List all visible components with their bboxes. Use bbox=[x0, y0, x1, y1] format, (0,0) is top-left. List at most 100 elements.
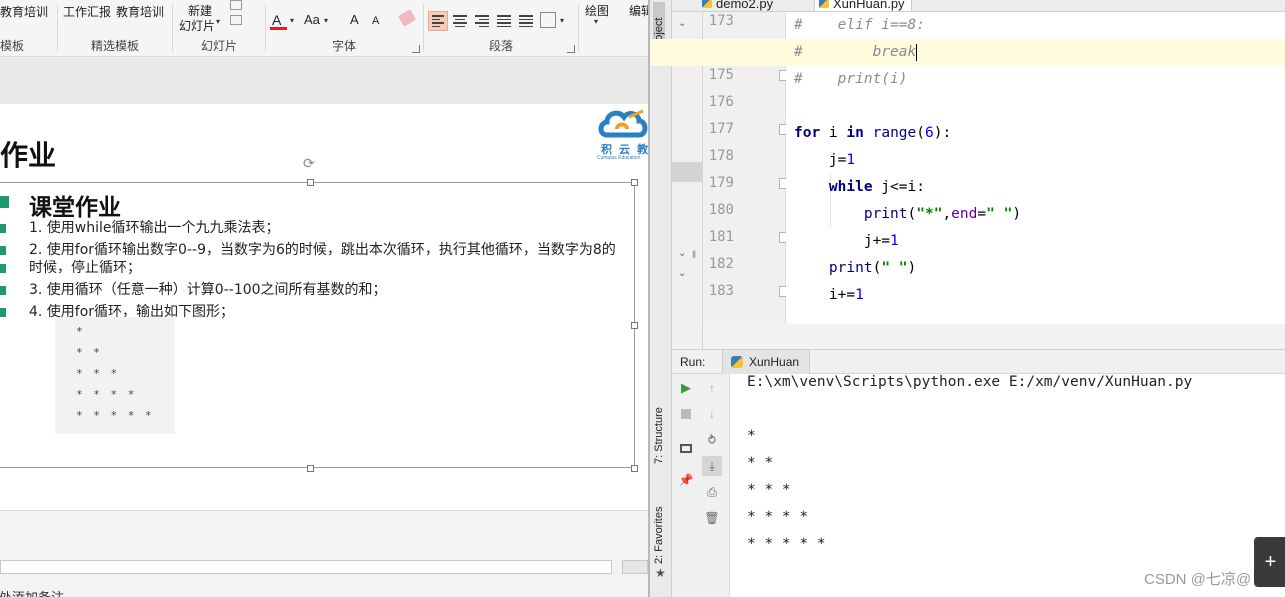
rotate-handle-icon[interactable]: ⟳ bbox=[303, 155, 315, 172]
tool-window-strip: 1: Project 7: Structure 2: Favorites ★ bbox=[650, 0, 672, 597]
drawing-group[interactable]: 绘图 ▾ bbox=[580, 0, 620, 57]
console-line: * * * * bbox=[747, 509, 809, 525]
favorites-tool-tab[interactable]: 2: Favorites bbox=[653, 502, 665, 564]
distribute-button[interactable] bbox=[516, 11, 536, 31]
scroll-to-end-icon[interactable]: ⤓ bbox=[702, 456, 722, 476]
notes-pane[interactable]: 单击此处添加备注 bbox=[0, 510, 648, 597]
console-line: * * * bbox=[747, 482, 791, 498]
star-icon[interactable]: ★ bbox=[655, 566, 666, 580]
resize-handle[interactable] bbox=[307, 465, 314, 472]
slide-title[interactable]: 作业 bbox=[0, 134, 56, 174]
console-line: * * * * * bbox=[747, 536, 826, 552]
align-center-button[interactable] bbox=[450, 11, 470, 31]
resize-handle[interactable] bbox=[631, 322, 638, 329]
soft-wrap-icon[interactable]: ⥁ bbox=[704, 432, 720, 448]
structure-tool-tab[interactable]: 7: Structure bbox=[653, 400, 665, 464]
tab-demo2[interactable]: demo2.py bbox=[698, 0, 779, 11]
horizontal-scrollbar[interactable] bbox=[0, 560, 612, 574]
code-line[interactable]: while j<=i: bbox=[794, 174, 925, 201]
console-command: E:\xm\venv\Scripts\python.exe E:/xm/venv… bbox=[747, 374, 1193, 390]
run-tab-label: XunHuan bbox=[749, 355, 800, 369]
bullet-marker bbox=[0, 264, 6, 273]
bullet-marker bbox=[0, 308, 6, 317]
cloud-logo-icon bbox=[598, 109, 648, 138]
stop-icon[interactable] bbox=[678, 406, 694, 422]
line-number: 182 bbox=[708, 256, 734, 272]
chevron-down-icon[interactable]: ⌄ bbox=[678, 248, 686, 259]
smartart-icon[interactable] bbox=[540, 12, 556, 28]
line-number: 180 bbox=[708, 202, 734, 218]
paragraph-group: ▾ 段落 bbox=[425, 0, 577, 57]
plus-icon[interactable]: + bbox=[1254, 537, 1285, 587]
tab-label: demo2.py bbox=[716, 0, 774, 11]
clear-format-icon[interactable] bbox=[397, 9, 417, 27]
font-color-button[interactable]: A bbox=[272, 12, 281, 28]
chevron-down-icon[interactable]: ▾ bbox=[216, 17, 220, 26]
code-line[interactable]: i+=1 bbox=[794, 282, 864, 309]
new-slide-button-line2[interactable]: 幻灯片 bbox=[179, 17, 215, 34]
grow-font-button[interactable]: A bbox=[350, 12, 359, 27]
align-right-button[interactable] bbox=[472, 11, 492, 31]
editor-tabs: demo2.py XunHuan.py bbox=[672, 0, 1285, 12]
chevron-down-icon[interactable]: ▾ bbox=[594, 17, 598, 26]
ribbon-divider bbox=[578, 4, 579, 52]
shrink-font-button[interactable]: A bbox=[372, 15, 379, 27]
editing-label[interactable]: 编辑 bbox=[629, 2, 648, 19]
paragraph-dialog-launcher-icon[interactable] bbox=[567, 45, 575, 53]
line-number: 175 bbox=[708, 67, 734, 83]
layout-icon[interactable] bbox=[678, 440, 694, 456]
python-file-icon bbox=[819, 0, 829, 8]
layout-icon[interactable] bbox=[230, 0, 242, 10]
scroll-thumb[interactable] bbox=[672, 162, 702, 182]
line-number: 183 bbox=[708, 283, 734, 299]
chevron-down-icon[interactable]: ⌄ bbox=[678, 268, 686, 279]
code-line[interactable] bbox=[794, 93, 803, 120]
justify-button[interactable] bbox=[494, 11, 514, 31]
tab-xunhuan[interactable]: XunHuan.py bbox=[814, 0, 912, 11]
bullet-marker bbox=[0, 246, 6, 255]
template-edu-training-2[interactable]: 教育培训 bbox=[116, 3, 164, 20]
code-line[interactable]: print(" ") bbox=[794, 255, 916, 282]
template-work-report[interactable]: 工作汇报 bbox=[63, 3, 111, 20]
paragraph-group-label: 段落 bbox=[488, 39, 513, 53]
template-edu-training[interactable]: 教育培训 bbox=[0, 3, 48, 20]
code-line[interactable]: # print(i) bbox=[794, 66, 908, 93]
pin-icon[interactable]: 📌 bbox=[678, 472, 694, 488]
print-icon[interactable]: ⎙ bbox=[704, 484, 720, 500]
console-output[interactable]: E:\xm\venv\Scripts\python.exe E:/xm/venv… bbox=[730, 374, 1285, 597]
chevron-down-icon[interactable]: ▾ bbox=[324, 16, 328, 25]
code-line[interactable]: print("*",end=" ") bbox=[794, 201, 1021, 228]
code-editor[interactable]: # elif i==8: # break # print(i) for i in… bbox=[650, 12, 1285, 324]
line-number: 176 bbox=[708, 94, 734, 110]
arrow-up-icon[interactable]: ↑ bbox=[704, 380, 720, 396]
font-case-button[interactable]: Aa bbox=[304, 12, 320, 27]
presentation-window: 教育培训 模板 工作汇报 教育培训 精选模板 新建 幻灯片 ▾ 幻灯片 A ▾ … bbox=[0, 0, 648, 597]
resize-handle[interactable] bbox=[307, 179, 314, 186]
run-toolbar: ▶ ↑ ↓ ⥁ ⤓ 📌 ⎙ 🗑 bbox=[672, 374, 730, 597]
code-line[interactable]: for i in range(6): bbox=[794, 120, 951, 147]
slide: 作业 积 云 教 Cumulus Education ⟳ 课堂作业 1. 使用w… bbox=[0, 104, 648, 510]
ribbon: 教育培训 模板 工作汇报 教育培训 精选模板 新建 幻灯片 ▾ 幻灯片 A ▾ … bbox=[0, 0, 648, 57]
star-pattern-image: * * * * * * * * * * * * * * * bbox=[55, 317, 175, 434]
notes-placeholder[interactable]: 单击此处添加备注 bbox=[0, 587, 64, 597]
chevron-down-icon[interactable]: ▾ bbox=[560, 16, 564, 25]
font-dialog-launcher-icon[interactable] bbox=[412, 45, 420, 53]
code-line[interactable]: j+=1 bbox=[794, 228, 899, 255]
code-line-current[interactable]: # break bbox=[650, 39, 1285, 66]
scroll-right-button[interactable] bbox=[622, 560, 648, 574]
line-number: 181 bbox=[708, 229, 734, 245]
font-group: A ▾ Aa ▾ A A 字体 bbox=[266, 0, 422, 57]
chevron-down-icon[interactable]: ▾ bbox=[290, 16, 294, 25]
trash-icon[interactable]: 🗑 bbox=[704, 510, 720, 526]
reset-icon[interactable] bbox=[230, 15, 242, 25]
code-line[interactable]: # elif i==8: bbox=[794, 12, 925, 39]
run-tab-xunhuan[interactable]: XunHuan bbox=[722, 350, 811, 375]
editing-group[interactable]: 编辑 bbox=[626, 0, 648, 57]
arrow-down-icon[interactable]: ↓ bbox=[704, 406, 720, 422]
code-line[interactable]: j=1 bbox=[794, 147, 855, 174]
chevron-down-icon[interactable]: ⌄ bbox=[678, 18, 686, 29]
align-left-button[interactable] bbox=[428, 11, 448, 31]
rerun-icon[interactable]: ▶ bbox=[678, 380, 694, 396]
resize-handle[interactable] bbox=[631, 179, 638, 186]
resize-handle[interactable] bbox=[631, 465, 638, 472]
